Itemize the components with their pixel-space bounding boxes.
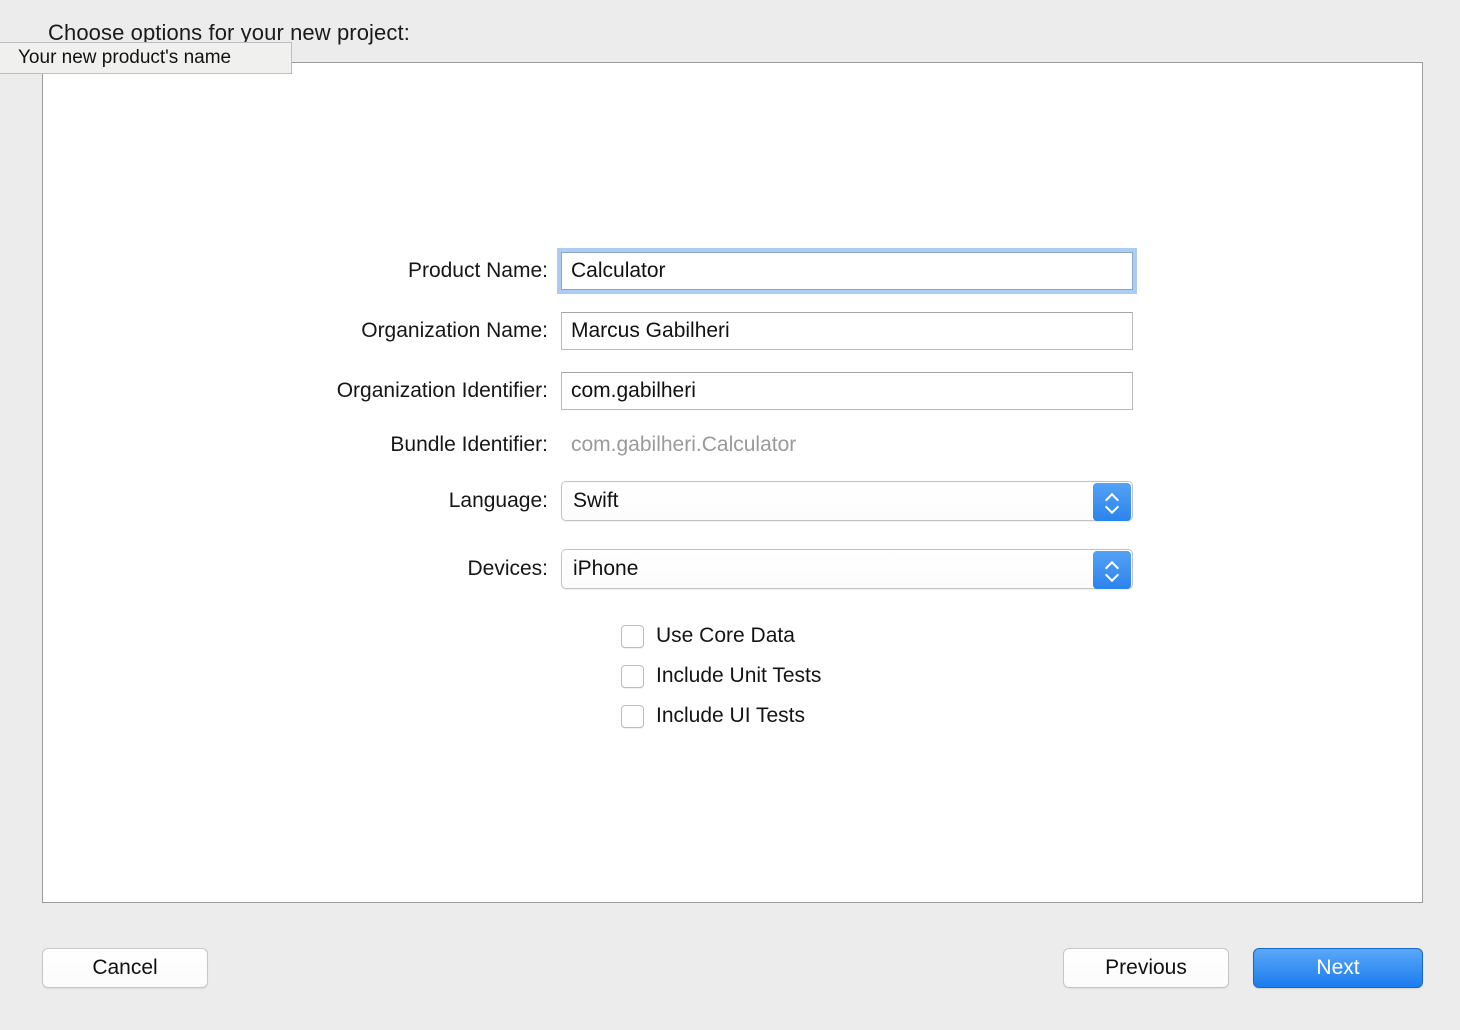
options-panel: Product Name: Organization Name: Organizat… — [42, 62, 1423, 903]
cancel-button[interactable]: Cancel — [42, 948, 208, 988]
field-input[interactable] — [561, 372, 1133, 410]
chevron-up-down-icon[interactable] — [1093, 483, 1131, 521]
checkbox-row[interactable]: Include UI Tests — [561, 701, 805, 731]
chevron-down-icon — [1106, 572, 1119, 579]
product-name-tooltip: Your new product's name — [0, 42, 292, 74]
field-label: Bundle Identifier: — [390, 433, 548, 456]
new-project-options-dialog: Choose options for your new project: Pro… — [0, 0, 1460, 1030]
popup-button[interactable]: iPhone — [561, 549, 1133, 589]
field-label: Organization Name: — [361, 319, 548, 342]
form-row: Organization Identifier: — [43, 371, 1133, 411]
chevron-down-icon — [1106, 504, 1119, 511]
popup-button[interactable]: Swift — [561, 481, 1133, 521]
readonly-field-value: com.gabilheri.Calculator — [571, 433, 797, 456]
form-row: Product Name: — [43, 251, 1133, 291]
field-input[interactable] — [561, 252, 1133, 290]
checkbox-icon[interactable] — [621, 664, 644, 688]
checkbox-label: Include UI Tests — [656, 704, 806, 727]
form-row: Language: Swift — [43, 481, 1133, 521]
form-row: Bundle Identifier: com.gabilheri.Calculat… — [43, 425, 796, 465]
chevron-up-down-icon[interactable] — [1093, 551, 1131, 589]
field-label: Devices: — [467, 557, 548, 580]
checkbox-label: Include Unit Tests — [656, 664, 822, 687]
popup-selected-value: Swift — [573, 489, 619, 512]
field-input[interactable] — [561, 312, 1133, 350]
checkbox-icon[interactable] — [621, 704, 644, 728]
field-label: Language: — [448, 489, 548, 512]
checkbox-icon[interactable] — [621, 624, 644, 648]
checkbox-row[interactable]: Use Core Data — [561, 621, 795, 651]
field-label: Organization Identifier: — [336, 379, 548, 402]
previous-button[interactable]: Previous — [1063, 948, 1229, 988]
field-label: Product Name: — [407, 259, 548, 282]
checkbox-row[interactable]: Include Unit Tests — [561, 661, 821, 691]
form-row: Devices: iPhone — [43, 549, 1133, 589]
checkbox-label: Use Core Data — [656, 624, 795, 647]
next-button[interactable]: Next — [1253, 948, 1423, 988]
popup-selected-value: iPhone — [573, 557, 639, 580]
form-row: Organization Name: — [43, 311, 1133, 351]
